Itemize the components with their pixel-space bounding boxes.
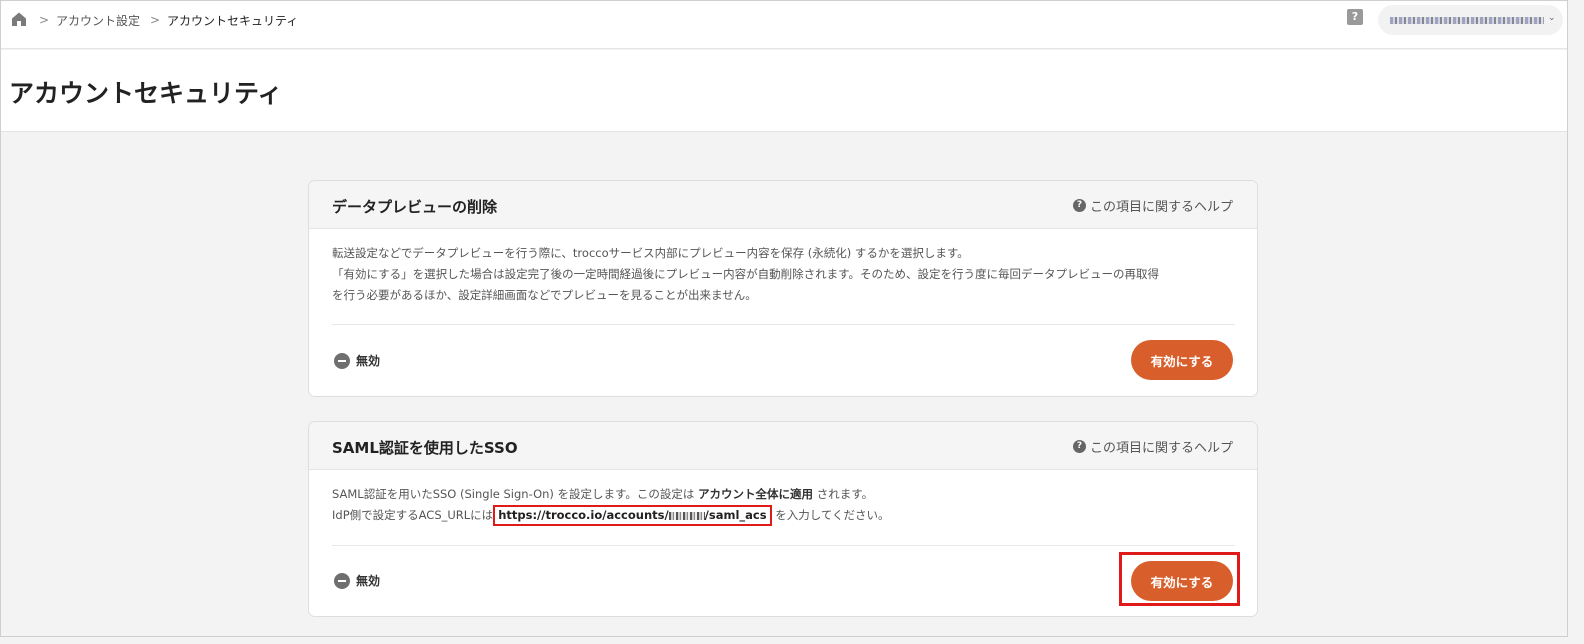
card-title: データプレビューの削除 <box>332 198 498 216</box>
description-text: を入力してください。 <box>771 508 890 522</box>
status-indicator: 無効 <box>334 352 380 369</box>
acs-url[interactable]: https://trocco.io/accounts/ /saml_acs <box>493 505 772 526</box>
breadcrumb-separator: > <box>150 13 161 27</box>
account-id-redacted <box>668 511 705 520</box>
description-line: SAML認証を用いたSSO (Single Sign-On) を設定します。この… <box>332 484 1237 505</box>
description-line: 「有効にする」を選択した場合は設定完了後の一定時間経過後にプレビュー内容が自動削… <box>332 267 1159 281</box>
saml-sso-card: SAML認証を使用したSSO ? この項目に関するヘルプ SAML認証を用いたS… <box>308 421 1258 617</box>
top-bar: > アカウント設定 > アカウントセキュリティ ? ⌄ <box>1 1 1567 49</box>
divider <box>332 545 1235 546</box>
description-text: されます。 <box>813 487 874 501</box>
acs-url-suffix: /saml_acs <box>704 508 767 522</box>
description-line: IdP側で設定するACS_URLには https://trocco.io/acco… <box>332 505 1237 526</box>
question-circle-icon: ? <box>1072 199 1086 212</box>
minus-circle-icon <box>334 572 350 589</box>
description-line: を行う必要があるほか、設定詳細画面などでプレビューを見ることが出来ません。 <box>332 288 757 302</box>
status-label: 無効 <box>356 354 381 368</box>
chevron-down-icon: ⌄ <box>1548 13 1556 23</box>
user-name-redacted <box>1390 17 1544 24</box>
help-link-label: この項目に関するヘルプ <box>1089 200 1233 215</box>
card-description: 転送設定などでデータプレビューを行う際に、troccoサービス内部にプレビュー内… <box>332 243 1237 306</box>
help-link[interactable]: ? この項目に関するヘルプ <box>1072 437 1233 456</box>
card-description: SAML認証を用いたSSO (Single Sign-On) を設定します。この… <box>332 484 1237 526</box>
description-line: 転送設定などでデータプレビューを行う際に、troccoサービス内部にプレビュー内… <box>332 246 969 260</box>
app-window: > アカウント設定 > アカウントセキュリティ ? ⌄ アカウントセキュリティ … <box>0 0 1568 637</box>
description-emphasis: アカウント全体に適用 <box>698 487 814 501</box>
page-header: アカウントセキュリティ <box>1 50 1567 132</box>
help-link-label: この項目に関するヘルプ <box>1089 441 1233 456</box>
home-icon[interactable] <box>10 10 28 28</box>
enable-button[interactable]: 有効にする <box>1131 561 1233 601</box>
description-text: SAML認証を用いたSSO (Single Sign-On) を設定します。この… <box>332 487 699 501</box>
breadcrumb-separator: > <box>39 13 50 27</box>
page-title: アカウントセキュリティ <box>9 79 283 108</box>
help-square-icon[interactable]: ? <box>1347 9 1363 25</box>
minus-circle-icon <box>334 352 350 369</box>
data-preview-deletion-card: データプレビューの削除 ? この項目に関するヘルプ 転送設定などでデータプレビュ… <box>308 180 1258 397</box>
acs-url-prefix: https://trocco.io/accounts/ <box>498 508 669 522</box>
user-menu[interactable]: ⌄ <box>1378 5 1563 35</box>
breadcrumb-account-security: アカウントセキュリティ <box>167 14 299 28</box>
help-link[interactable]: ? この項目に関するヘルプ <box>1072 196 1233 215</box>
breadcrumb-account-settings[interactable]: アカウント設定 <box>56 12 140 29</box>
status-indicator: 無効 <box>334 572 380 589</box>
card-header: データプレビューの削除 ? この項目に関するヘルプ <box>309 181 1257 229</box>
card-header: SAML認証を使用したSSO ? この項目に関するヘルプ <box>309 422 1257 470</box>
card-title: SAML認証を使用したSSO <box>332 439 518 457</box>
enable-button[interactable]: 有効にする <box>1131 340 1233 380</box>
question-circle-icon: ? <box>1072 440 1086 453</box>
description-text: IdP側で設定するACS_URLには <box>332 508 494 522</box>
status-label: 無効 <box>356 574 381 588</box>
divider <box>332 324 1235 325</box>
